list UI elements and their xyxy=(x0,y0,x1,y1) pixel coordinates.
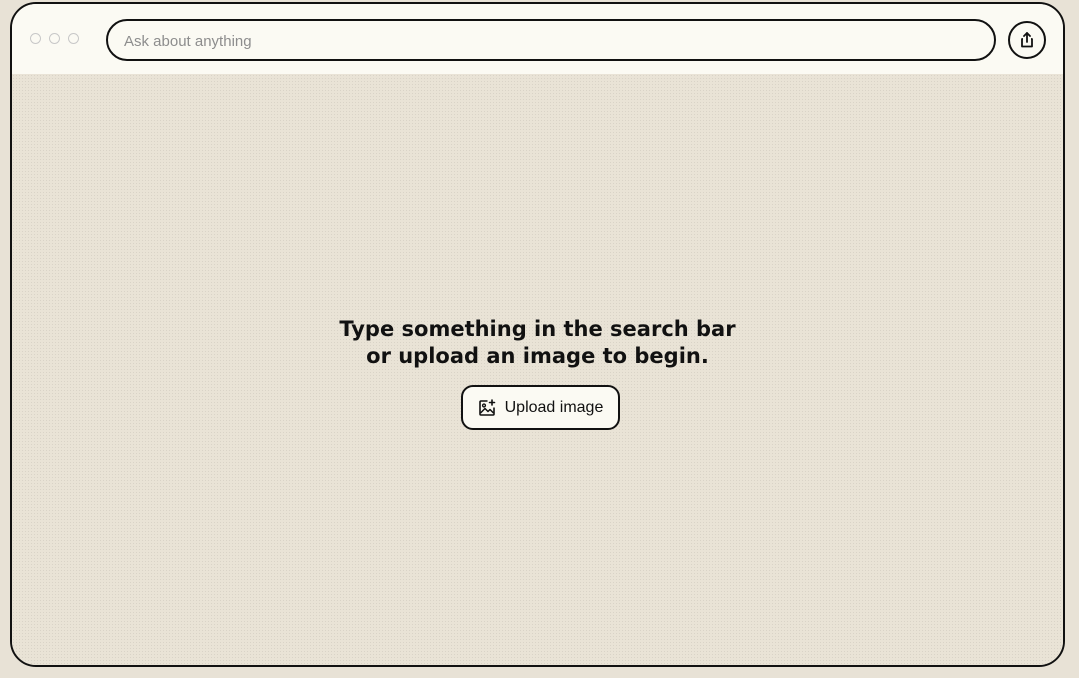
search-bar[interactable] xyxy=(106,19,996,61)
minimize-dot-icon[interactable] xyxy=(49,33,60,44)
share-button[interactable] xyxy=(1008,21,1046,59)
search-input[interactable] xyxy=(122,21,986,61)
upload-image-button[interactable]: Upload image xyxy=(461,385,620,430)
empty-state-message: Type something in the search bar or uplo… xyxy=(12,316,1063,370)
app-window: Type something in the search bar or uplo… xyxy=(10,2,1065,667)
maximize-dot-icon[interactable] xyxy=(68,33,79,44)
prompt-line-2: or upload an image to begin. xyxy=(366,344,709,368)
share-upload-icon xyxy=(1021,32,1033,48)
prompt-line-1: Type something in the search bar xyxy=(339,317,736,341)
top-bar xyxy=(12,4,1063,74)
close-dot-icon[interactable] xyxy=(30,33,41,44)
window-controls xyxy=(30,33,79,44)
main-content: Type something in the search bar or uplo… xyxy=(12,74,1063,665)
upload-button-label: Upload image xyxy=(504,398,604,416)
image-add-icon xyxy=(478,398,496,417)
